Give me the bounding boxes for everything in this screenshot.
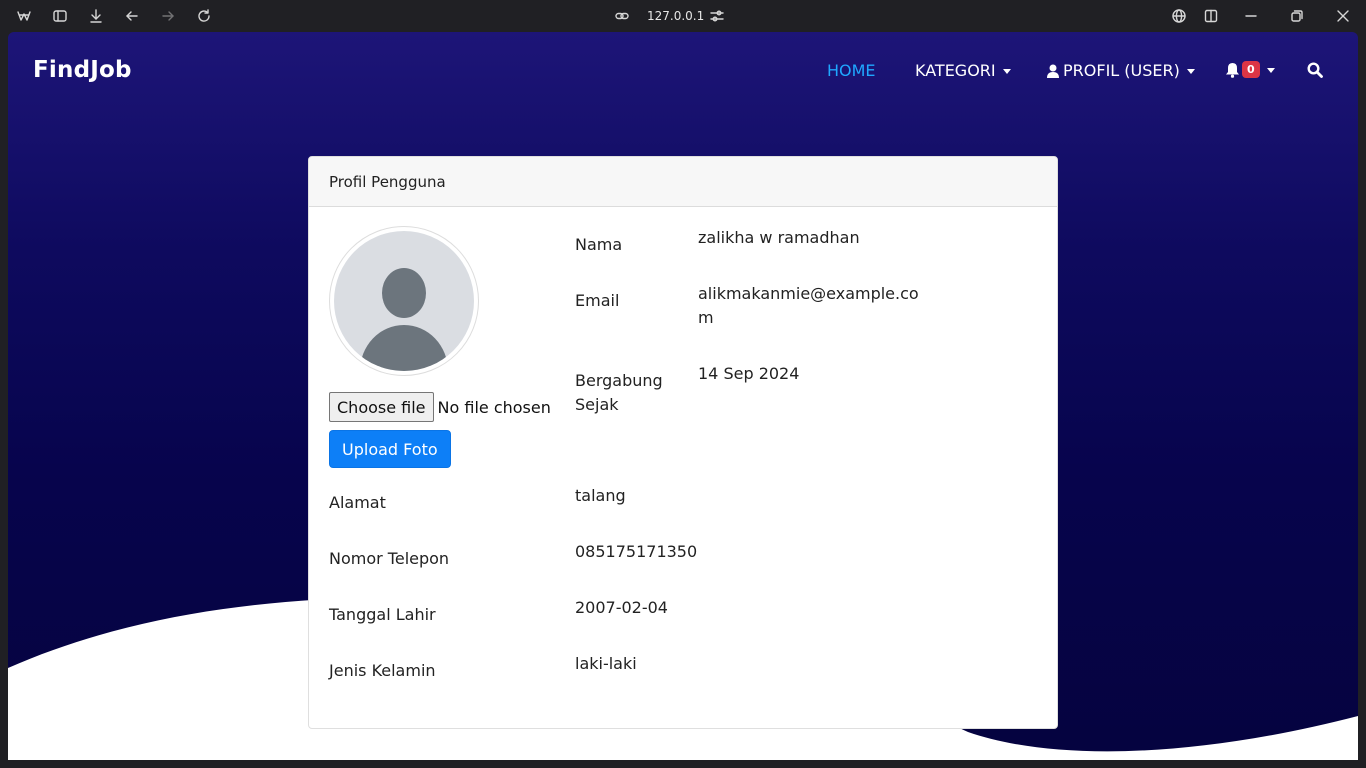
card-title: Profil Pengguna xyxy=(329,173,446,191)
upload-photo-button[interactable]: Upload Foto xyxy=(329,430,451,468)
field-label-jenis-kelamin: Jenis Kelamin xyxy=(329,661,436,680)
brand-logo[interactable]: FindJob xyxy=(33,57,132,83)
file-input[interactable]: Choose file No file chosen xyxy=(329,392,551,422)
field-label-email: Email xyxy=(575,291,620,310)
search-button[interactable] xyxy=(1307,62,1323,78)
download-icon[interactable] xyxy=(88,8,104,24)
browser-toolbar: 127.0.0.1 xyxy=(0,0,1366,32)
nav-home-label: HOME xyxy=(827,61,876,80)
choose-file-button[interactable]: Choose file xyxy=(329,392,434,422)
site-settings-icon[interactable] xyxy=(709,8,725,24)
field-label-nama: Nama xyxy=(575,235,623,254)
field-value-telepon: 085175171350 xyxy=(575,542,698,561)
field-value-email-line2: m xyxy=(698,308,714,327)
field-label-bergabung-line2: Sejak xyxy=(575,395,619,414)
field-label-telepon: Nomor Telepon xyxy=(329,549,450,568)
reload-icon[interactable] xyxy=(196,8,212,24)
field-value-email-line1: alikmakanmie@example.co xyxy=(698,284,919,303)
address-bar-url[interactable]: 127.0.0.1 xyxy=(647,9,704,23)
minimize-icon[interactable] xyxy=(1243,8,1259,24)
page-viewport: FindJob HOME KATEGORI PROFIL (USER) 0 Pr… xyxy=(8,32,1358,760)
chevron-down-icon xyxy=(1002,68,1011,74)
notification-badge: 0 xyxy=(1242,61,1260,78)
app-logo-icon[interactable] xyxy=(16,8,32,24)
link-icon[interactable] xyxy=(614,8,630,24)
nav-notifications-dropdown[interactable]: 0 xyxy=(1225,61,1275,78)
field-value-alamat: talang xyxy=(575,486,626,505)
user-avatar-icon xyxy=(334,231,474,371)
restore-icon[interactable] xyxy=(1289,8,1305,24)
user-icon xyxy=(1047,64,1059,78)
translate-icon[interactable] xyxy=(1171,8,1187,24)
field-label-tanggal-lahir: Tanggal Lahir xyxy=(329,605,436,624)
chevron-down-icon xyxy=(1266,67,1275,73)
back-icon[interactable] xyxy=(124,8,140,24)
split-view-icon[interactable] xyxy=(1203,8,1219,24)
field-value-jenis-kelamin: laki-laki xyxy=(575,654,637,673)
field-label-bergabung-line1: Bergabung xyxy=(575,371,663,390)
nav-kategori-dropdown[interactable]: KATEGORI xyxy=(915,61,1011,80)
nav-kategori-label: KATEGORI xyxy=(915,61,996,80)
field-label-alamat: Alamat xyxy=(329,493,386,512)
file-status: No file chosen xyxy=(437,397,551,417)
nav-home[interactable]: HOME xyxy=(827,61,876,80)
sidebar-toggle-icon[interactable] xyxy=(52,8,68,24)
field-value-nama: zalikha w ramadhan xyxy=(698,228,860,247)
field-value-tanggal-lahir: 2007-02-04 xyxy=(575,598,668,617)
nav-profil-label: PROFIL (USER) xyxy=(1063,61,1180,80)
card-header: Profil Pengguna xyxy=(309,157,1057,207)
profile-card: Profil Pengguna Choose file No file chos… xyxy=(308,156,1058,729)
field-value-bergabung: 14 Sep 2024 xyxy=(698,364,800,383)
chevron-down-icon xyxy=(1186,68,1195,74)
nav-profil-dropdown[interactable]: PROFIL (USER) xyxy=(1047,61,1195,80)
search-icon xyxy=(1307,62,1323,78)
bell-icon xyxy=(1226,62,1239,78)
forward-icon[interactable] xyxy=(160,8,176,24)
avatar xyxy=(329,226,479,376)
close-icon[interactable] xyxy=(1335,8,1351,24)
